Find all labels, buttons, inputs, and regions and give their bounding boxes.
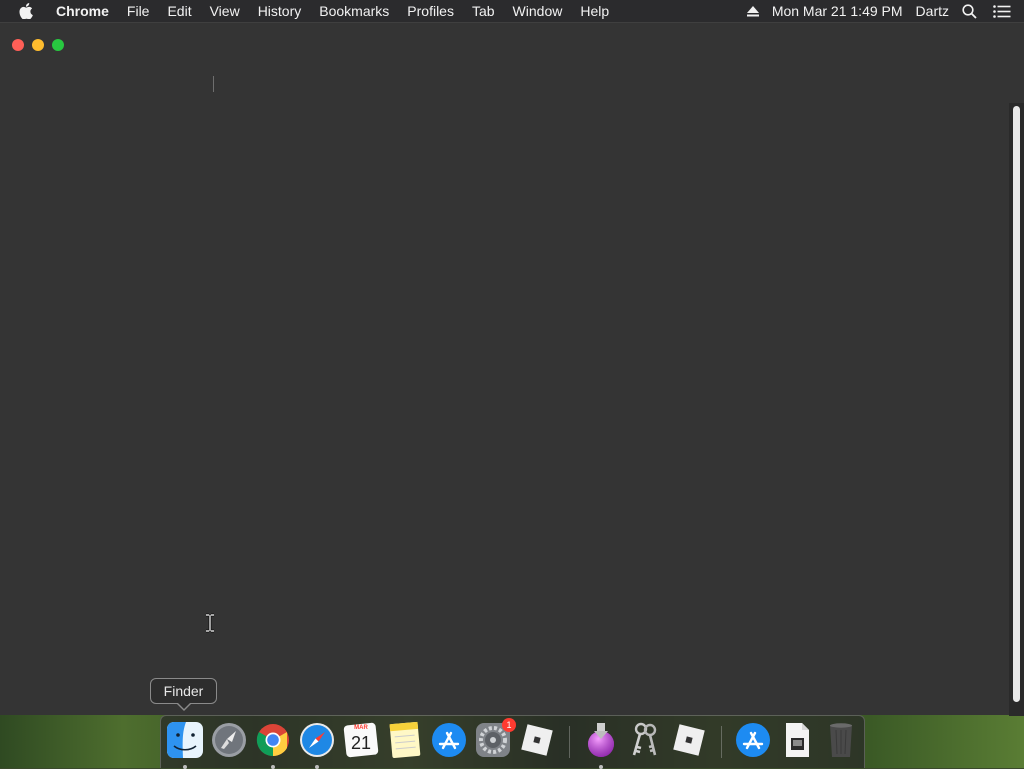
dock-item-safari[interactable]: [298, 721, 336, 769]
scrollbar-thumb[interactable]: [1013, 106, 1020, 702]
installer-icon: [588, 723, 614, 757]
spotlight-search-icon[interactable]: [962, 3, 980, 19]
dock-item-notes[interactable]: [386, 721, 424, 761]
dock-item-launchpad[interactable]: [210, 721, 248, 761]
menu-app-chrome[interactable]: Chrome: [48, 0, 118, 22]
menu-tab[interactable]: Tab: [463, 0, 504, 22]
minimize-window-button[interactable]: [32, 39, 44, 51]
dock-item-finder[interactable]: [166, 721, 204, 769]
menu-bar: Chrome File Edit View History Bookmarks …: [0, 0, 1024, 22]
calendar-day: 21: [350, 733, 372, 753]
safari-icon: [300, 723, 334, 757]
dock-separator: [721, 726, 722, 758]
calendar-month: MAR: [354, 725, 368, 731]
dock-item-document[interactable]: [778, 721, 816, 761]
dock-item-roblox-studio[interactable]: [670, 721, 708, 761]
finder-icon: [167, 722, 203, 758]
dock-item-keychain-access[interactable]: [626, 721, 664, 761]
running-indicator: [599, 765, 603, 769]
user-name[interactable]: Dartz: [916, 3, 949, 19]
status-area: Mon Mar 21 1:49 PM Dartz: [746, 0, 1024, 22]
menu-view[interactable]: View: [201, 0, 249, 22]
dock-item-installer[interactable]: [582, 721, 620, 769]
keychain-icon: [632, 722, 657, 756]
window-controls: [12, 39, 64, 51]
dock-item-roblox[interactable]: [518, 721, 556, 761]
notification-badge: 1: [502, 718, 516, 732]
menubar-clock[interactable]: Mon Mar 21 1:49 PM: [772, 3, 903, 19]
dock-separator: [569, 726, 570, 758]
maximize-window-button[interactable]: [52, 39, 64, 51]
chrome-window: [0, 22, 1024, 716]
vertical-scrollbar[interactable]: [1009, 103, 1024, 716]
menu-edit[interactable]: Edit: [158, 0, 200, 22]
roblox-studio-icon: [673, 724, 705, 756]
ibeam-cursor-icon: [205, 613, 215, 633]
dock-item-calendar[interactable]: MAR 21: [342, 721, 380, 761]
dock-item-system-preferences[interactable]: 1: [474, 718, 516, 761]
roblox-icon: [521, 724, 553, 756]
launchpad-icon: [212, 723, 246, 757]
text-caret: [213, 76, 214, 92]
menu-history[interactable]: History: [249, 0, 311, 22]
app-store-icon: [432, 723, 466, 757]
notification-center-icon[interactable]: [993, 3, 1011, 19]
menu-help[interactable]: Help: [571, 0, 618, 22]
eject-icon[interactable]: [746, 5, 759, 17]
menu-profiles[interactable]: Profiles: [398, 0, 463, 22]
dock-tooltip: Finder: [150, 678, 217, 711]
menu-bookmarks[interactable]: Bookmarks: [310, 0, 398, 22]
menu-file[interactable]: File: [118, 0, 159, 22]
menu-window[interactable]: Window: [504, 0, 572, 22]
document-icon: [786, 723, 809, 757]
chrome-icon: [256, 724, 289, 757]
trash-icon: [830, 723, 852, 757]
notes-icon: [389, 721, 421, 758]
dock-item-chrome[interactable]: [254, 721, 292, 769]
running-indicator: [271, 765, 275, 769]
close-window-button[interactable]: [12, 39, 24, 51]
running-indicator: [315, 765, 319, 769]
running-indicator: [183, 765, 187, 769]
downloads-app-store-icon: [736, 723, 770, 757]
apple-menu-icon[interactable]: [19, 3, 35, 19]
dock-item-trash[interactable]: [822, 721, 860, 761]
dock-item-downloads-app-store[interactable]: [734, 721, 772, 761]
dock-item-app-store[interactable]: [430, 721, 468, 761]
dock: MAR 21 1: [160, 715, 865, 769]
